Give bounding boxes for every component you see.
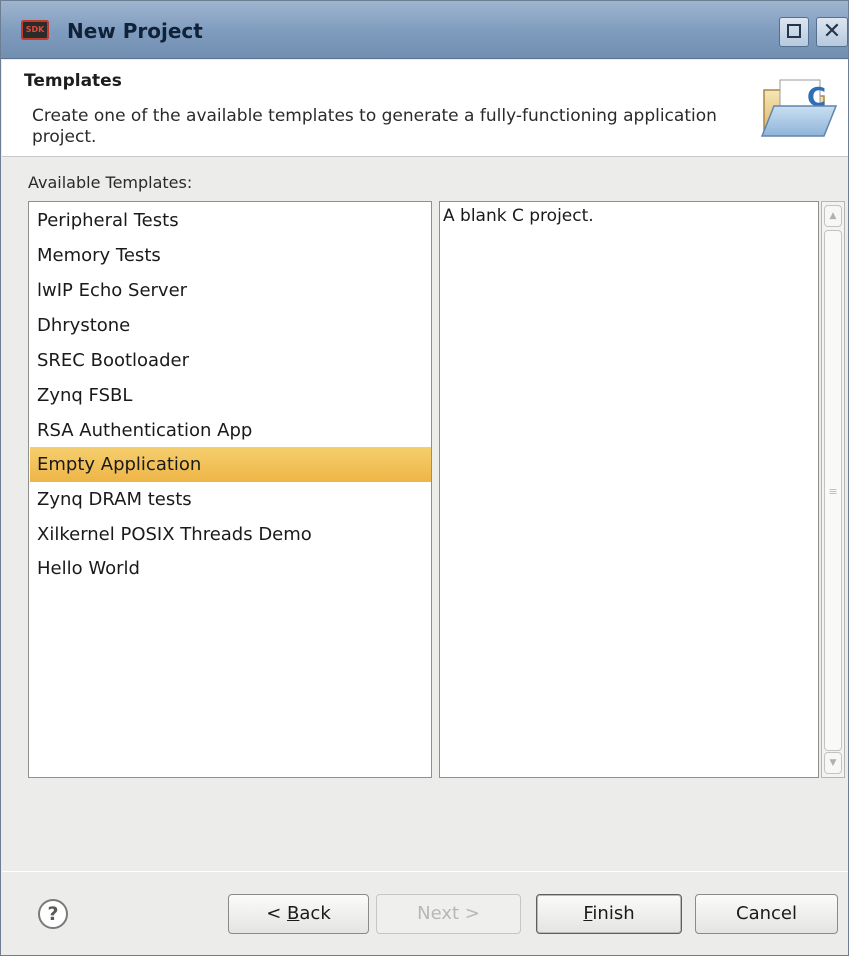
help-icon: ? <box>47 903 59 925</box>
description-scrollbar[interactable]: ▲ ≡ ▼ <box>821 201 845 778</box>
new-project-dialog: SDK New Project ✕ Templates Create one o… <box>0 0 849 956</box>
template-item[interactable]: Zynq DRAM tests <box>30 482 431 517</box>
back-button[interactable]: < Back <box>228 894 369 934</box>
template-list[interactable]: Peripheral Tests Memory Tests lwIP Echo … <box>28 201 432 778</box>
page-title: Templates <box>24 71 122 91</box>
close-button[interactable]: ✕ <box>816 17 848 47</box>
template-item[interactable]: SREC Bootloader <box>30 343 431 378</box>
maximize-button[interactable] <box>779 17 809 47</box>
finish-button[interactable]: Finish <box>536 894 682 934</box>
template-item-selected[interactable]: Empty Application <box>30 447 431 482</box>
close-icon: ✕ <box>822 19 842 44</box>
wizard-header: Templates Create one of the available te… <box>2 60 848 157</box>
template-description-panel: A blank C project. <box>439 201 819 778</box>
template-description-text: A blank C project. <box>443 206 594 226</box>
window-title: New Project <box>67 19 203 43</box>
available-templates-label: Available Templates: <box>28 173 193 192</box>
scroll-down-arrow-icon[interactable]: ▼ <box>824 752 842 774</box>
help-button[interactable]: ? <box>38 899 68 929</box>
scroll-up-arrow-icon[interactable]: ▲ <box>824 205 842 227</box>
template-item[interactable]: Peripheral Tests <box>30 203 431 238</box>
sdk-app-icon: SDK <box>21 20 49 40</box>
template-item[interactable]: Dhrystone <box>30 308 431 343</box>
template-item[interactable]: Memory Tests <box>30 238 431 273</box>
scroll-thumb[interactable]: ≡ <box>824 230 842 751</box>
template-item[interactable]: Zynq FSBL <box>30 378 431 413</box>
cancel-button[interactable]: Cancel <box>695 894 838 934</box>
template-item[interactable]: RSA Authentication App <box>30 413 431 448</box>
folder-c-icon: C <box>760 79 838 137</box>
template-item[interactable]: Hello World <box>30 551 431 586</box>
title-bar[interactable]: SDK New Project ✕ <box>1 1 848 59</box>
footer-divider <box>2 871 848 872</box>
page-description: Create one of the available templates to… <box>32 106 717 147</box>
template-item[interactable]: Xilkernel POSIX Threads Demo <box>30 517 431 552</box>
template-item[interactable]: lwIP Echo Server <box>30 273 431 308</box>
maximize-icon <box>787 23 801 38</box>
next-button[interactable]: Next > <box>376 894 521 934</box>
